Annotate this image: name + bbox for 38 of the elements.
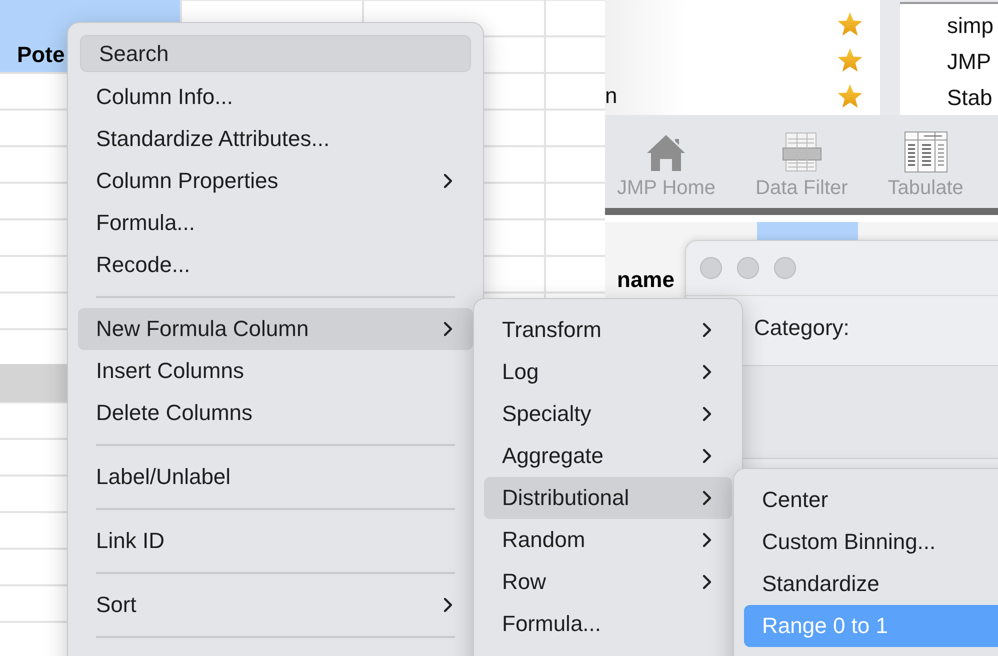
- menu-item[interactable]: Formula...: [484, 603, 732, 645]
- menu-item[interactable]: New Formula Column: [78, 308, 473, 350]
- file-name[interactable]: simp: [947, 8, 998, 44]
- column-header[interactable]: name: [617, 267, 674, 293]
- menu-item[interactable]: Insert Columns: [78, 350, 473, 392]
- menu-item[interactable]: Distributional: [484, 477, 732, 519]
- menu-item[interactable]: Aggregate: [484, 435, 732, 477]
- menu-item[interactable]: Transform: [484, 309, 732, 351]
- menu-item[interactable]: Center: [744, 479, 998, 521]
- selected-row[interactable]: [0, 364, 67, 402]
- menu-item[interactable]: Log: [484, 351, 732, 393]
- star-icon: [836, 82, 864, 110]
- star-icon: [836, 10, 864, 38]
- window-control[interactable]: [700, 257, 722, 279]
- data-sheet-icon: [782, 131, 822, 173]
- file-name[interactable]: n: [605, 83, 618, 109]
- menu-item[interactable]: Formula...: [78, 202, 473, 244]
- menu-item[interactable]: Delete Columns: [78, 392, 473, 434]
- star-icon: [836, 46, 864, 74]
- menu-item[interactable]: Standardize: [744, 563, 998, 605]
- menu-item[interactable]: Column Info...: [78, 76, 473, 118]
- window-control[interactable]: [774, 257, 796, 279]
- menu-item[interactable]: Custom Binning...: [744, 521, 998, 563]
- file-name[interactable]: JMP: [947, 44, 998, 80]
- table-icon: [904, 131, 948, 173]
- menu-item[interactable]: Random: [484, 519, 732, 561]
- menu-item[interactable]: Sort: [78, 584, 473, 626]
- menu-item[interactable]: Column Properties: [78, 160, 473, 202]
- file-name[interactable]: Stab: [947, 80, 998, 116]
- menu-item[interactable]: Recode...: [78, 244, 473, 286]
- menu-item[interactable]: Label/Unlabel: [78, 456, 473, 498]
- menu-item[interactable]: Row: [484, 561, 732, 603]
- window-control[interactable]: [737, 257, 759, 279]
- search-field[interactable]: Search: [80, 35, 471, 72]
- menu-item[interactable]: Link ID: [78, 520, 473, 562]
- menu-item[interactable]: Specialty: [484, 393, 732, 435]
- field-label: Category:: [754, 315, 850, 341]
- menu-item[interactable]: Standardize Attributes...: [78, 118, 473, 160]
